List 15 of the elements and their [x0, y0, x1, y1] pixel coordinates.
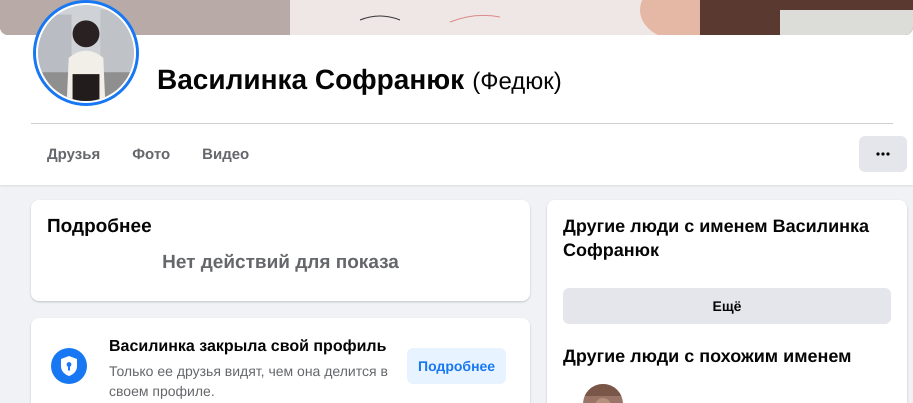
- notice-title: Василинка закрыла свой профиль: [109, 338, 388, 356]
- card-title: Подробнее: [47, 216, 153, 238]
- shield-lock-icon: [51, 348, 87, 384]
- profile-tab[interactable]: Друзья: [31, 138, 116, 170]
- card-title: Другие люди с именем Василинка Софранюк: [563, 215, 870, 262]
- section-title: Другие люди с похожим именем: [563, 345, 852, 368]
- learn-more-button[interactable]: Подробнее: [407, 348, 506, 384]
- see-more-button[interactable]: Ещё: [563, 288, 891, 324]
- profile-tab[interactable]: Видео: [186, 138, 266, 170]
- more-icon: [876, 152, 890, 156]
- profile-tab[interactable]: Фото: [116, 138, 186, 170]
- profile-name: Василинка Софранюк: [157, 64, 464, 96]
- empty-message: Нет действий для показа: [161, 252, 400, 274]
- notice-text: Только ее друзья видят, чем она делится в своем профиле.: [109, 362, 389, 401]
- alternate-name: (Федюк): [472, 68, 562, 96]
